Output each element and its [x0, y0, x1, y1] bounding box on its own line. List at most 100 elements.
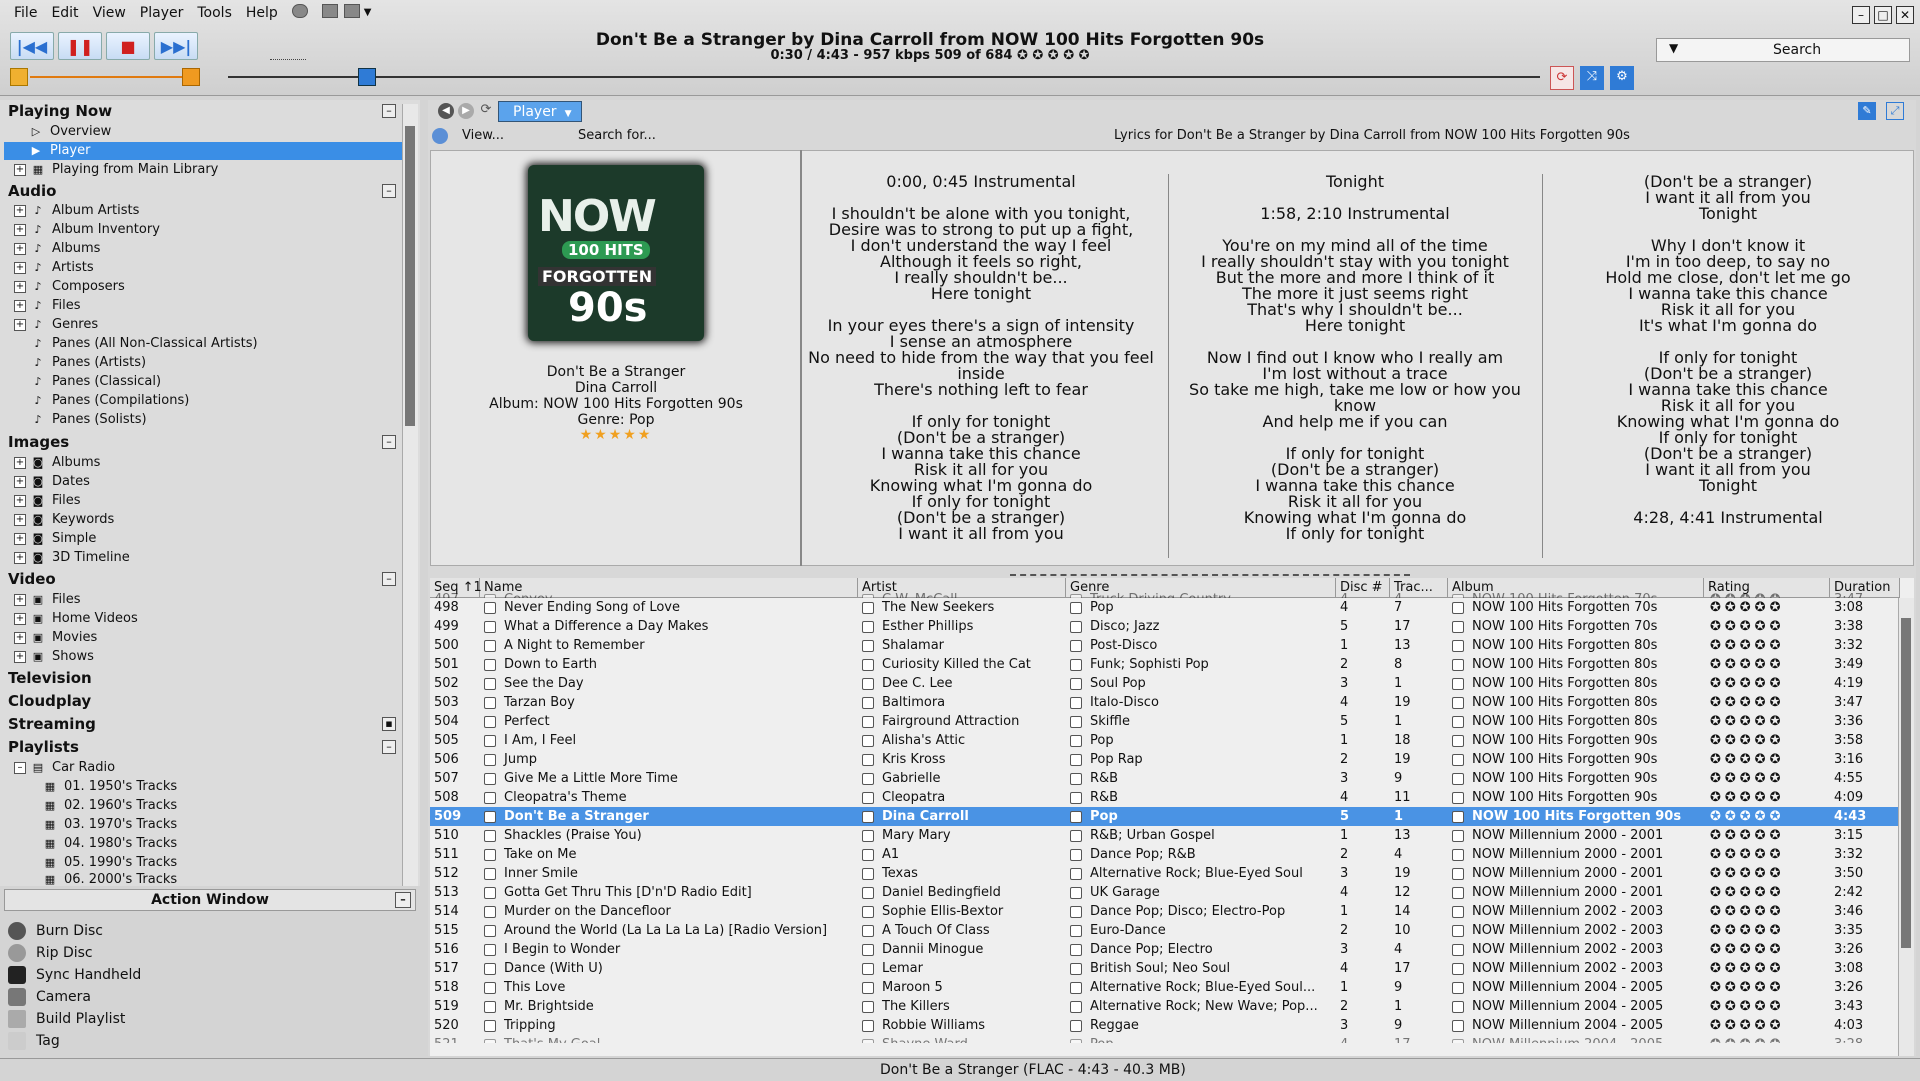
- edit-icon[interactable]: [484, 734, 496, 747]
- seek-bar[interactable]: [228, 76, 1540, 78]
- edit-icon[interactable]: [484, 1038, 496, 1043]
- expand-icon[interactable]: +: [14, 494, 26, 507]
- table-scrollbar[interactable]: [1898, 598, 1914, 1056]
- expand-icon[interactable]: +: [14, 612, 26, 625]
- edit-icon[interactable]: [484, 639, 496, 652]
- shuffle-icon[interactable]: ⤨: [1580, 66, 1604, 90]
- edit-icon[interactable]: [1452, 620, 1464, 633]
- table-row[interactable]: 499 What a Difference a Day Makes Esther P…: [430, 617, 1900, 636]
- edit-icon[interactable]: [862, 867, 874, 880]
- edit-icon[interactable]: [484, 715, 496, 728]
- sidebar-item-playlist-1950s[interactable]: ▦ 01. 1950's Tracks: [44, 778, 177, 796]
- edit-icon[interactable]: [484, 829, 496, 842]
- volume-slider[interactable]: [10, 68, 200, 86]
- back-icon[interactable]: ◀: [438, 103, 454, 119]
- sidebar-item-shows[interactable]: + ▣ Shows: [14, 648, 94, 666]
- edit-icon[interactable]: [1452, 791, 1464, 804]
- expand-icon[interactable]: +: [14, 223, 26, 236]
- sidebar-item-car-radio[interactable]: – ▤ Car Radio: [14, 759, 115, 777]
- rating-icon[interactable]: ✪✪✪✪✪: [1710, 904, 1784, 919]
- edit-icon[interactable]: [484, 753, 496, 766]
- edit-icon[interactable]: [1452, 924, 1464, 937]
- table-row-partial[interactable]: 521 That's My Goal Shayne Ward Pop 4 17 NOW Mi…: [430, 1035, 1900, 1043]
- table-row[interactable]: 508 Cleopatra's Theme Cleopatra R&B 4 11 NOW 1…: [430, 788, 1900, 807]
- collapse-icon[interactable]: –: [395, 892, 411, 908]
- edit-icon[interactable]: [862, 639, 874, 652]
- sidebar-item-panes-solists[interactable]: ♪ Panes (Solists): [32, 411, 146, 429]
- sidebar-item-images-3d-timeline[interactable]: + ◙ 3D Timeline: [14, 549, 130, 567]
- sidebar-item-images-keywords[interactable]: + ◙ Keywords: [14, 511, 114, 529]
- rating-icon[interactable]: ✪✪✪✪✪: [1710, 695, 1784, 710]
- rating-icon[interactable]: ✪✪✪✪✪: [1710, 600, 1784, 615]
- edit-icon[interactable]: [1070, 791, 1082, 804]
- maximize-icon[interactable]: □: [1874, 6, 1892, 24]
- sidebar-item-panes-compilations[interactable]: ♪ Panes (Compilations): [32, 392, 189, 410]
- sidebar-item-genres[interactable]: + ♪ Genres: [14, 316, 98, 334]
- edit-icon[interactable]: [1070, 829, 1082, 842]
- edit-icon[interactable]: [1452, 677, 1464, 690]
- edit-icon[interactable]: [862, 829, 874, 842]
- edit-icon[interactable]: [484, 810, 496, 823]
- edit-icon[interactable]: [862, 1019, 874, 1032]
- section-television[interactable]: Television: [8, 669, 92, 687]
- scrollbar-thumb[interactable]: [1901, 618, 1911, 948]
- edit-icon[interactable]: [1070, 1038, 1082, 1043]
- edit-icon[interactable]: [1070, 639, 1082, 652]
- sidebar-item-playlist-1990s[interactable]: ▦ 05. 1990's Tracks: [44, 854, 177, 872]
- edit-icon[interactable]: [1070, 696, 1082, 709]
- view-settings-icon[interactable]: [432, 128, 448, 144]
- sidebar-item-album-artists[interactable]: + ♪ Album Artists: [14, 202, 139, 220]
- album-art[interactable]: NOW 100 HITS FORGOTTEN 90s: [528, 165, 704, 341]
- edit-icon[interactable]: [862, 696, 874, 709]
- edit-icon[interactable]: [1452, 658, 1464, 671]
- edit-icon[interactable]: [862, 962, 874, 975]
- edit-icon[interactable]: [484, 1000, 496, 1013]
- sync-handheld-action[interactable]: Sync Handheld: [8, 965, 141, 985]
- edit-icon[interactable]: [862, 791, 874, 804]
- sidebar-item-images-simple[interactable]: + ◙ Simple: [14, 530, 96, 548]
- sidebar-item-albums[interactable]: + ♪ Albums: [14, 240, 100, 258]
- rating-icon[interactable]: ✪✪✪✪✪: [1710, 676, 1784, 691]
- rating-icon[interactable]: ✪✪✪✪✪: [1710, 714, 1784, 729]
- section-cloudplay[interactable]: Cloudplay: [8, 692, 91, 710]
- edit-icon[interactable]: [862, 810, 874, 823]
- sidebar-item-home-videos[interactable]: + ▣ Home Videos: [14, 610, 138, 628]
- table-row[interactable]: 502 See the Day Dee C. Lee Soul Pop 3 1 NOW 10…: [430, 674, 1900, 693]
- table-row[interactable]: 509 Don't Be a Stranger Dina Carroll Pop 5 1 N…: [430, 807, 1900, 826]
- menu-view[interactable]: View: [87, 4, 134, 22]
- rating-icon[interactable]: ✪✪✪✪✪: [1710, 961, 1784, 976]
- sidebar-item-images-albums[interactable]: + ◙ Albums: [14, 454, 100, 472]
- search-box[interactable]: ▼ Search: [1656, 38, 1910, 62]
- forward-icon[interactable]: ▶: [458, 103, 474, 119]
- edit-icon[interactable]: [862, 1000, 874, 1013]
- edit-icon[interactable]: [484, 981, 496, 994]
- edit-icon[interactable]: [484, 962, 496, 975]
- burn-disc-action[interactable]: Burn Disc: [8, 921, 103, 941]
- table-row[interactable]: 498 Never Ending Song of Love The New Seek…: [430, 598, 1900, 617]
- edit-icon[interactable]: [1070, 1019, 1082, 1032]
- edit-icon[interactable]: [1070, 715, 1082, 728]
- sidebar-item-panes-all-non-classical[interactable]: ♪ Panes (All Non-Classical Artists): [32, 335, 257, 353]
- expand-icon[interactable]: +: [14, 593, 26, 606]
- edit-icon[interactable]: [862, 753, 874, 766]
- edit-icon[interactable]: [862, 677, 874, 690]
- rating-icon[interactable]: ✪✪✪✪✪: [1710, 657, 1784, 672]
- rating-icon[interactable]: ✪✪✪✪✪: [1710, 847, 1784, 862]
- table-row[interactable]: 501 Down to Earth Curiosity Killed the Cat…: [430, 655, 1900, 674]
- menu-edit[interactable]: Edit: [45, 4, 86, 22]
- edit-icon[interactable]: [1452, 905, 1464, 918]
- table-row[interactable]: 503 Tarzan Boy Baltimora Italo-Disco 4 19 NOW …: [430, 693, 1900, 712]
- edit-icon[interactable]: [862, 620, 874, 633]
- table-row[interactable]: 513 Gotta Get Thru This [D'n'D Radio Edit…: [430, 883, 1900, 902]
- edit-icon[interactable]: [1070, 848, 1082, 861]
- table-row[interactable]: 515 Around the World (La La La La La) [Ra…: [430, 921, 1900, 940]
- edit-icon[interactable]: [862, 734, 874, 747]
- edit-icon[interactable]: [862, 905, 874, 918]
- expand-icon[interactable]: +: [14, 551, 26, 564]
- settings-icon[interactable]: ⚙: [1610, 66, 1634, 90]
- stop-button[interactable]: ■: [106, 32, 150, 60]
- edit-icon[interactable]: [1452, 810, 1464, 823]
- globe-icon[interactable]: [291, 4, 308, 18]
- edit-view-icon[interactable]: ✎: [1858, 102, 1876, 120]
- rating-icon[interactable]: ✪✪✪✪✪: [1710, 980, 1784, 995]
